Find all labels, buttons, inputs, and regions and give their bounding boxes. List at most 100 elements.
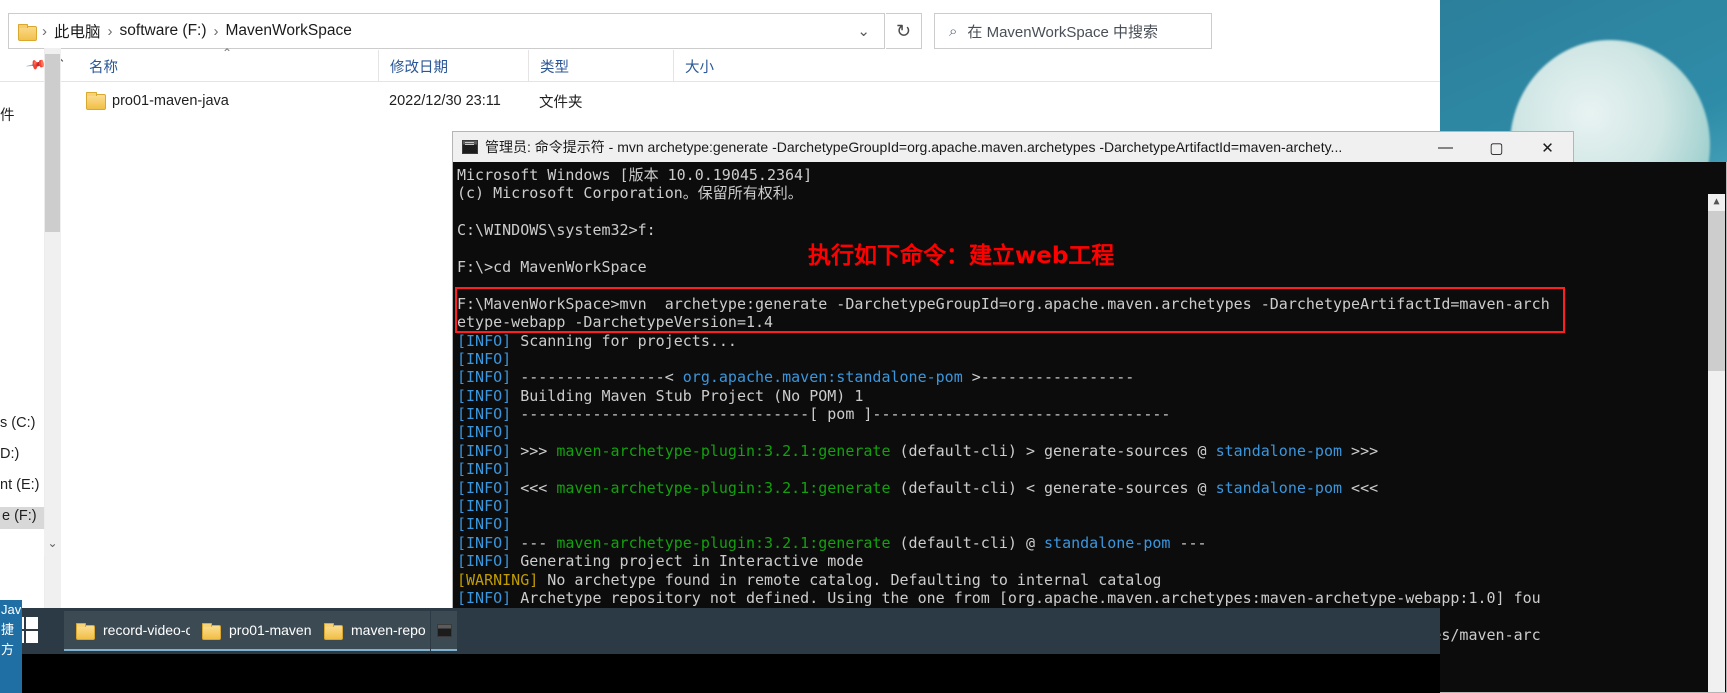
cmd-text-segment: [INFO]: [457, 515, 512, 534]
cell-type: 文件夹: [539, 94, 583, 111]
column-header-type[interactable]: 类型: [528, 50, 673, 82]
close-button[interactable]: ✕: [1522, 132, 1573, 163]
left-edge-badge-line-1: 捷方: [1, 622, 15, 657]
cmd-text-segment: standalone-pom: [1044, 533, 1171, 552]
console-icon: [462, 140, 478, 154]
cmd-title-text: 管理员: 命令提示符 - mvn archetype:generate -Dar…: [485, 139, 1343, 155]
cmd-text-segment: maven-archetype-plugin:3.2.1:generate: [556, 478, 891, 497]
cell-size: [684, 86, 764, 116]
console-icon: [436, 623, 452, 637]
cmd-text-segment: [INFO]: [457, 441, 512, 460]
column-header-size[interactable]: 大小: [673, 50, 768, 82]
cmd-line: [INFO]: [457, 497, 1712, 515]
cmd-text-segment: F:\MavenWorkSpace>mvn archetype:generate…: [457, 294, 1550, 313]
nav-item-fragment-0[interactable]: 件: [0, 104, 15, 125]
cmd-line: (c) Microsoft Corporation。保留所有权利。: [457, 184, 1712, 202]
nav-item-fragment-3[interactable]: nt (E:): [0, 477, 39, 493]
cmd-line: [457, 203, 1712, 221]
taskbar-item-1[interactable]: pro01-maven-ja...: [190, 611, 339, 651]
cmd-title-bar[interactable]: 管理员: 命令提示符 - mvn archetype:generate -Dar…: [452, 131, 1574, 162]
cmd-text-segment: [INFO]: [457, 423, 512, 442]
nav-scrollbar-thumb[interactable]: [45, 54, 60, 232]
cmd-line: [INFO] --------------------------------[…: [457, 405, 1712, 423]
table-row[interactable]: pro01-maven-java 2022/12/30 23:11 文件夹: [0, 86, 1440, 116]
cmd-text-segment: [INFO]: [457, 386, 512, 405]
cmd-line: [INFO] >>> maven-archetype-plugin:3.2.1:…: [457, 442, 1712, 460]
cmd-text-segment: [INFO]: [457, 497, 512, 516]
cmd-text-segment: <<<: [511, 478, 557, 497]
cmd-line: [457, 276, 1712, 294]
screen: › 此电脑 › software (F:) › MavenWorkSpace ⌄…: [0, 0, 1727, 693]
cell-name: pro01-maven-java: [112, 93, 229, 109]
cmd-line: [INFO] Building Maven Stub Project (No P…: [457, 387, 1712, 405]
folder-icon: [202, 622, 221, 640]
cmd-text-segment: ---: [511, 533, 557, 552]
taskbar-item-label: maven-repo: [351, 622, 426, 638]
search-icon: ⌕: [949, 22, 958, 40]
breadcrumb-item-0[interactable]: 此电脑: [54, 20, 101, 42]
cmd-scrollbar-thumb[interactable]: [1708, 211, 1725, 371]
cmd-text-segment: F:\>cd MavenWorkSpace: [457, 257, 647, 276]
cmd-line: [WARNING] No archetype found in remote c…: [457, 571, 1712, 589]
cmd-text-segment: Scanning for projects...: [511, 331, 737, 350]
search-input[interactable]: ⌕ 在 MavenWorkSpace 中搜索: [934, 13, 1212, 49]
cmd-text-segment: [INFO]: [457, 588, 512, 607]
column-header-name[interactable]: 名称: [78, 50, 378, 82]
cmd-text-segment: Building Maven Stub Project (No POM) 1: [511, 386, 864, 405]
cmd-line: F:\MavenWorkSpace>mvn archetype:generate…: [457, 295, 1712, 313]
minimize-button[interactable]: —: [1420, 132, 1471, 163]
cmd-text-segment: (default-cli) < generate-sources @: [890, 478, 1216, 497]
refresh-icon: ↻: [895, 20, 912, 41]
cmd-text-segment: >>>: [1342, 441, 1379, 460]
cmd-text-segment: [INFO]: [457, 349, 512, 368]
cmd-text-segment: Microsoft Windows [版本 10.0.19045.2364]: [457, 166, 813, 184]
cmd-text-segment: ---: [1170, 533, 1207, 552]
cmd-scrollbar[interactable]: ▲ ▼: [1708, 194, 1725, 692]
cmd-text-segment: standalone-pom: [1215, 441, 1343, 460]
cmd-scroll-up-button[interactable]: ▲: [1708, 194, 1725, 211]
breadcrumb-separator: ›: [42, 22, 47, 40]
breadcrumb-item-2[interactable]: MavenWorkSpace: [226, 22, 352, 40]
cmd-text-segment: <<<: [1342, 478, 1379, 497]
taskbar-item-2[interactable]: maven-repo: [312, 611, 430, 651]
cmd-line: [INFO] Archetype repository not defined.…: [457, 589, 1712, 607]
column-header-row: 名称 修改日期 类型 大小: [0, 50, 1440, 82]
cmd-text-segment: [INFO]: [457, 460, 512, 479]
breadcrumb-separator: ›: [107, 22, 113, 40]
address-bar[interactable]: › 此电脑 › software (F:) › MavenWorkSpace ⌄: [8, 13, 885, 49]
cmd-text-segment: etype-webapp -DarchetypeVersion=1.4: [457, 313, 774, 332]
cmd-text-segment: [INFO]: [457, 533, 512, 552]
cmd-text-segment: (c) Microsoft Corporation。保留所有权利。: [457, 184, 803, 203]
left-edge-badge: Jav 捷方: [0, 600, 22, 693]
cmd-line: etype-webapp -DarchetypeVersion=1.4: [457, 313, 1712, 331]
cmd-line: [INFO]: [457, 515, 1712, 533]
nav-item-fragment-1[interactable]: s (C:): [0, 415, 35, 431]
nav-scrollbar-down-button[interactable]: ⌄: [44, 530, 61, 556]
cmd-text-segment: org.apache.maven:standalone-pom: [682, 368, 963, 387]
column-header-modified[interactable]: 修改日期: [378, 50, 528, 82]
cmd-line: [INFO] ----------------< org.apache.mave…: [457, 368, 1712, 386]
nav-item-fragment-4[interactable]: e (F:): [2, 508, 37, 524]
cmd-line: [INFO]: [457, 350, 1712, 368]
cmd-text-segment: --------------------------------[ pom ]-…: [511, 405, 1171, 424]
cmd-text-segment: No archetype found in remote catalog. De…: [538, 570, 1162, 589]
chevron-down-icon[interactable]: ⌄: [857, 22, 870, 40]
address-toolbar: › 此电脑 › software (F:) › MavenWorkSpace ⌄…: [0, 5, 1440, 49]
folder-icon: [76, 622, 95, 640]
taskbar-item-0[interactable]: record-video-or...: [64, 611, 210, 651]
cmd-text-segment: >-----------------: [962, 368, 1135, 387]
cmd-text-segment: [INFO]: [457, 478, 512, 497]
cmd-text-segment: (default-cli) > generate-sources @: [890, 441, 1216, 460]
folder-icon: [86, 92, 106, 110]
taskbar-item-cmd[interactable]: [431, 611, 457, 651]
refresh-button[interactable]: ↻: [886, 13, 922, 49]
breadcrumb-item-1[interactable]: software (F:): [120, 22, 207, 40]
maximize-button[interactable]: ▢: [1471, 132, 1522, 163]
cmd-text-segment: [INFO]: [457, 331, 512, 350]
cell-modified: 2022/12/30 23:11: [389, 93, 501, 109]
nav-item-fragment-2[interactable]: D:): [0, 446, 19, 462]
folder-icon: [324, 622, 343, 640]
cmd-text-segment: maven-archetype-plugin:3.2.1:generate: [556, 533, 891, 552]
cmd-text-segment: standalone-pom: [1215, 478, 1343, 497]
cmd-text-segment: Generating project in Interactive mode: [511, 552, 864, 571]
